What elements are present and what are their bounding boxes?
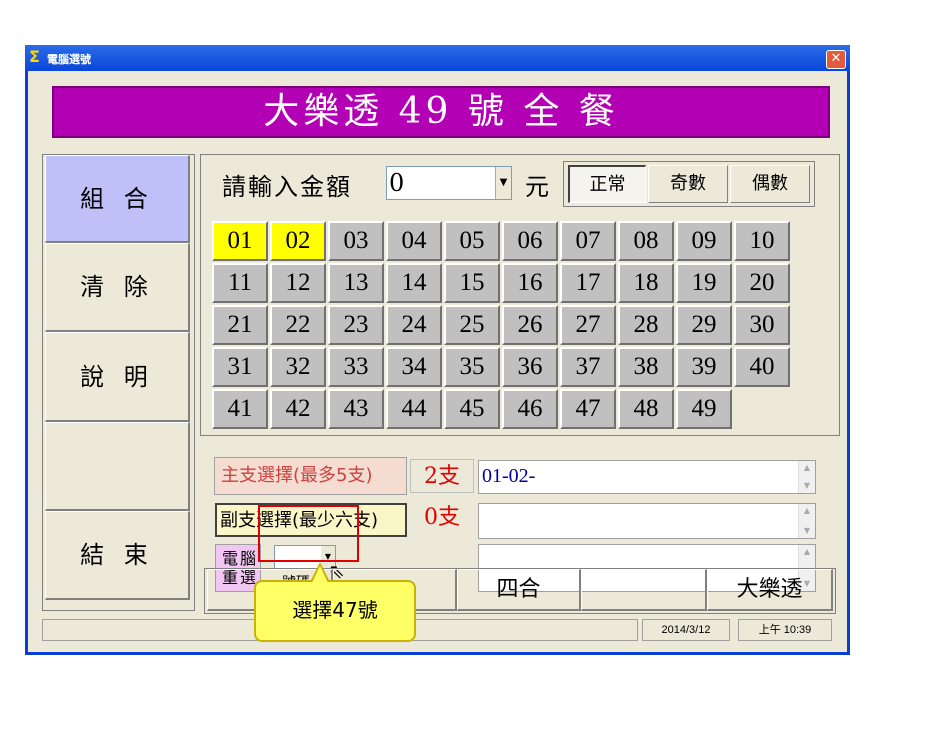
number-button[interactable]: 31 <box>212 347 268 387</box>
number-button[interactable]: 07 <box>560 221 616 261</box>
title-bar: Σ 電腦選號 ✕ <box>25 45 850 71</box>
number-button[interactable]: 19 <box>676 263 732 303</box>
number-button[interactable]: 04 <box>386 221 442 261</box>
number-button[interactable]: 48 <box>618 389 674 429</box>
number-button[interactable]: 41 <box>212 389 268 429</box>
sub-count: 0支 <box>424 505 460 530</box>
number-button[interactable]: 46 <box>502 389 558 429</box>
number-button[interactable]: 49 <box>676 389 732 429</box>
scroll-down-icon[interactable]: ▼ <box>799 524 815 538</box>
number-button[interactable]: 11 <box>212 263 268 303</box>
tooltip-callout: 選擇47號 <box>254 580 416 642</box>
scroll-up-icon[interactable]: ▲ <box>799 545 815 559</box>
mode-normal-button[interactable]: 正常 <box>568 165 646 203</box>
number-button[interactable]: 33 <box>328 347 384 387</box>
scroll-up-icon[interactable]: ▲ <box>799 504 815 518</box>
amount-unit: 元 <box>525 173 549 201</box>
window-title: 電腦選號 <box>47 53 91 66</box>
number-button[interactable]: 15 <box>444 263 500 303</box>
app-sigma-icon: Σ <box>29 47 40 66</box>
number-button[interactable]: 44 <box>386 389 442 429</box>
number-button[interactable]: 29 <box>676 305 732 345</box>
number-button[interactable]: 28 <box>618 305 674 345</box>
main-numbers-text: 01-02- <box>482 465 536 487</box>
number-button[interactable]: 47 <box>560 389 616 429</box>
app-window: Σ 電腦選號 ✕ 大樂透 49 號 全 餐 組 合 清 除 說 明 結 束 請輸… <box>25 45 850 655</box>
sidebar-button-exit[interactable]: 結 束 <box>45 511 190 600</box>
number-button[interactable]: 14 <box>386 263 442 303</box>
number-button[interactable]: 34 <box>386 347 442 387</box>
amount-label: 請輸入金額 <box>222 173 352 201</box>
amount-combo[interactable]: 0 ▼ <box>386 166 512 200</box>
number-button[interactable]: 06 <box>502 221 558 261</box>
sidebar-button-combine[interactable]: 組 合 <box>45 155 190 243</box>
main-select-button[interactable]: 主支選擇(最多5支) <box>214 457 407 495</box>
number-button[interactable]: 39 <box>676 347 732 387</box>
sidebar-button-help[interactable]: 說 明 <box>45 332 190 422</box>
number-button[interactable]: 01 <box>212 221 268 261</box>
status-bar: 2014/3/12 上午 10:39 <box>42 619 832 641</box>
scroll-up-icon[interactable]: ▲ <box>799 461 815 475</box>
number-button[interactable]: 05 <box>444 221 500 261</box>
number-button[interactable]: 42 <box>270 389 326 429</box>
button-lotto[interactable]: 大樂透 <box>707 569 833 611</box>
number-button[interactable]: 26 <box>502 305 558 345</box>
sidebar: 組 合 清 除 說 明 結 束 <box>42 154 195 611</box>
mode-group: 正常 奇數 偶數 <box>563 161 815 207</box>
sub-numbers-field[interactable]: ▲ ▼ <box>478 503 816 539</box>
number-button[interactable]: 25 <box>444 305 500 345</box>
number-button[interactable]: 37 <box>560 347 616 387</box>
highlight-box <box>258 505 359 562</box>
scroll-down-icon[interactable]: ▼ <box>799 479 815 493</box>
client-area: 大樂透 49 號 全 餐 組 合 清 除 說 明 結 束 請輸入金額 0 ▼ 元… <box>28 71 847 652</box>
close-icon[interactable]: ✕ <box>826 50 846 69</box>
number-grid: 01 02 03 04 05 06 07 08 09 10 11 12 13 14 15 16 17 18 19 20… <box>212 221 814 453</box>
main-count: 2支 <box>410 459 474 493</box>
number-button[interactable]: 38 <box>618 347 674 387</box>
number-button[interactable]: 02 <box>270 221 326 261</box>
sidebar-blank-panel <box>45 422 190 511</box>
main-scrollbar[interactable]: ▲ ▼ <box>798 461 815 493</box>
dropdown-arrow-icon[interactable]: ▼ <box>495 167 511 199</box>
number-button[interactable]: 24 <box>386 305 442 345</box>
number-button[interactable]: 22 <box>270 305 326 345</box>
button-four-combo[interactable]: 四合 <box>457 569 581 611</box>
number-button[interactable]: 17 <box>560 263 616 303</box>
number-button[interactable]: 23 <box>328 305 384 345</box>
number-button[interactable]: 27 <box>560 305 616 345</box>
number-button[interactable]: 36 <box>502 347 558 387</box>
number-button[interactable]: 43 <box>328 389 384 429</box>
number-button[interactable]: 32 <box>270 347 326 387</box>
banner-title: 大樂透 49 號 全 餐 <box>52 86 830 138</box>
number-button[interactable]: 20 <box>734 263 790 303</box>
number-button[interactable]: 16 <box>502 263 558 303</box>
mode-odd-button[interactable]: 奇數 <box>648 165 728 203</box>
status-time: 上午 10:39 <box>738 619 832 641</box>
number-button[interactable]: 45 <box>444 389 500 429</box>
number-button[interactable]: 40 <box>734 347 790 387</box>
number-button[interactable]: 09 <box>676 221 732 261</box>
number-button[interactable]: 13 <box>328 263 384 303</box>
number-button[interactable]: 18 <box>618 263 674 303</box>
number-button[interactable]: 21 <box>212 305 268 345</box>
number-button[interactable]: 08 <box>618 221 674 261</box>
sidebar-button-clear[interactable]: 清 除 <box>45 243 190 332</box>
amount-value: 0 <box>389 169 405 197</box>
number-button[interactable]: 03 <box>328 221 384 261</box>
sub-scrollbar[interactable]: ▲ ▼ <box>798 504 815 538</box>
status-date: 2014/3/12 <box>642 619 730 641</box>
button-blank[interactable] <box>581 569 707 611</box>
number-button[interactable]: 10 <box>734 221 790 261</box>
number-button[interactable]: 12 <box>270 263 326 303</box>
number-button[interactable]: 30 <box>734 305 790 345</box>
callout-tail-fill <box>312 566 328 583</box>
main-numbers-field[interactable]: 01-02- ▲ ▼ <box>478 460 816 494</box>
number-button[interactable]: 35 <box>444 347 500 387</box>
mode-even-button[interactable]: 偶數 <box>730 165 810 203</box>
